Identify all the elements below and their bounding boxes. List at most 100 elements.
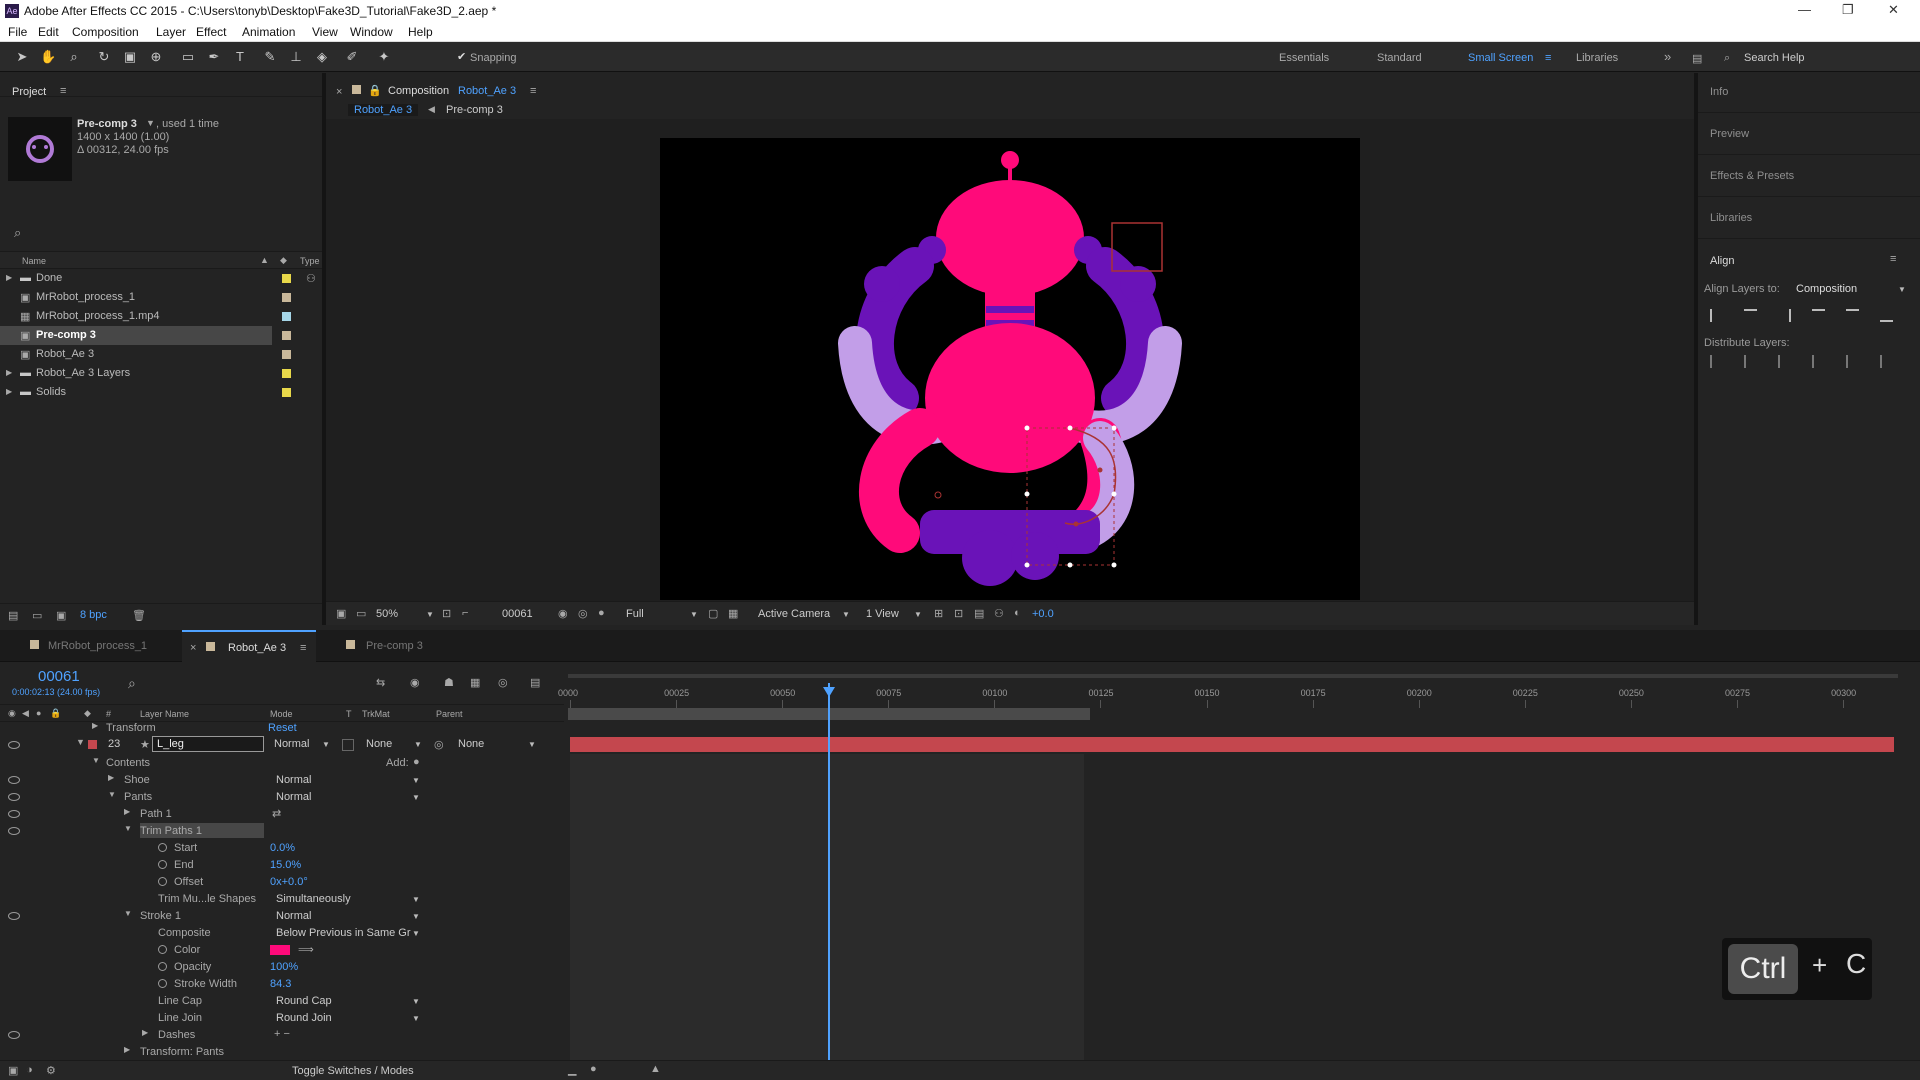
property-visibility-icon[interactable] [8, 810, 20, 818]
views-dropdown-icon[interactable]: ▼ [914, 610, 922, 619]
info-panel-title[interactable]: Info [1710, 86, 1728, 98]
align-panel-title[interactable]: Align [1710, 255, 1734, 267]
transfer-controls-icon[interactable]: ◑ [26, 1064, 33, 1076]
eyedropper-icon[interactable]: ⟹ [298, 943, 314, 956]
property-label[interactable]: Path 1 [140, 808, 172, 820]
toggle-switches-modes[interactable]: Toggle Switches / Modes [292, 1065, 414, 1077]
current-frame-display[interactable]: 00061 [502, 608, 533, 620]
dropdown-icon[interactable]: ▼ [412, 1014, 420, 1023]
new-folder-icon[interactable]: ▭ [32, 609, 42, 622]
selection-tool-icon[interactable]: ➤ [14, 49, 30, 65]
label-col-icon[interactable]: ◆ [280, 255, 287, 266]
zoom-dropdown-icon[interactable]: ▼ [426, 610, 434, 619]
dropdown-icon[interactable]: ▼ [412, 793, 420, 802]
align-to-select[interactable]: Composition [1796, 283, 1857, 295]
property-label[interactable]: Line Join [158, 1012, 202, 1024]
camera-view[interactable]: Active Camera [758, 608, 830, 620]
new-comp-icon[interactable]: ▣ [56, 609, 66, 622]
rotate-tool-icon[interactable]: ↻ [96, 49, 112, 65]
menu-composition[interactable]: Composition [72, 25, 139, 39]
property-visibility-icon[interactable] [8, 1031, 20, 1039]
layer-name-field[interactable]: L_leg [152, 736, 264, 752]
snapping-check-icon[interactable]: ✔ [457, 50, 466, 63]
stopwatch-icon[interactable] [158, 979, 167, 988]
property-value[interactable]: Below Previous in Same Gr [276, 927, 411, 939]
exposure-icon[interactable]: ◐ [1014, 607, 1021, 619]
align-vcenter-icon[interactable] [1846, 309, 1859, 322]
property-label[interactable]: Opacity [174, 961, 211, 973]
brush-tool-icon[interactable]: ✎ [262, 49, 278, 65]
av-switch-icon[interactable]: ◉ [8, 708, 16, 719]
transparency-grid-icon[interactable]: ▦ [728, 607, 738, 620]
menu-edit[interactable]: Edit [38, 25, 59, 39]
twirl-icon[interactable]: ▶ [124, 1045, 130, 1054]
property-value[interactable]: 15.0% [270, 859, 301, 871]
stopwatch-icon[interactable] [158, 945, 167, 954]
distribute-bottom-icon[interactable] [1778, 355, 1791, 368]
resolution-dropdown-icon[interactable]: ▼ [690, 610, 698, 619]
property-label[interactable]: Shoe [124, 774, 150, 786]
frame-blending-icon[interactable]: ▦ [470, 676, 480, 689]
flowchart-icon[interactable]: ⚇ [994, 607, 1004, 620]
path-direction-icon[interactable]: ⇄ [272, 807, 281, 820]
motion-blur-icon[interactable]: ◎ [498, 676, 508, 689]
contents-label[interactable]: Contents [106, 757, 150, 769]
dash-add-remove-icon[interactable]: + − [274, 1028, 290, 1040]
comp-viewer-name[interactable]: Robot_Ae 3 [458, 85, 516, 97]
property-value[interactable]: Normal [276, 791, 311, 803]
interpret-footage-icon[interactable]: ▤ [8, 609, 18, 622]
cti-head-icon[interactable] [822, 687, 835, 697]
project-item[interactable]: ▶ ▬ Robot_Ae 3 Layers [0, 364, 322, 383]
timeline-search-icon[interactable]: ⌕ [128, 675, 136, 692]
info-panel[interactable]: Info [1698, 73, 1920, 113]
col-layer-name[interactable]: Layer Name [140, 709, 189, 719]
project-item[interactable]: ▣ MrRobot_process_1 [0, 288, 322, 307]
eraser-tool-icon[interactable]: ◈ [314, 49, 330, 65]
sync-icon[interactable]: ▤ [1692, 52, 1702, 65]
project-item[interactable]: ▣ Robot_Ae 3 [0, 345, 322, 364]
shy-layers-icon[interactable]: ☗ [444, 676, 454, 689]
folder-twirl-icon[interactable]: ▶ [6, 368, 12, 377]
property-label[interactable]: Stroke 1 [140, 910, 181, 922]
effects-presets-title[interactable]: Effects & Presets [1710, 170, 1794, 182]
project-item[interactable]: ▣ Pre-comp 3 [0, 326, 291, 345]
col-trkmat[interactable]: TrkMat [362, 709, 390, 719]
distribute-top-icon[interactable] [1710, 355, 1723, 368]
folder-twirl-icon[interactable]: ▶ [6, 273, 12, 282]
label-swatch[interactable] [282, 369, 291, 378]
trkmat-dropdown-icon[interactable]: ▼ [414, 740, 422, 749]
text-tool-icon[interactable]: T [232, 49, 248, 65]
tab-menu-icon[interactable]: ≡ [300, 642, 306, 654]
layer-duration-bar[interactable] [570, 737, 1894, 752]
label-swatch[interactable] [282, 331, 291, 340]
workspace-libraries[interactable]: Libraries [1576, 52, 1618, 64]
solo-icon[interactable]: ● [36, 708, 41, 718]
zoom-level[interactable]: 50% [376, 608, 398, 620]
dropdown-icon[interactable]: ▼ [412, 895, 420, 904]
project-panel-title[interactable]: Project [12, 86, 46, 98]
effects-presets-panel[interactable]: Effects & Presets [1698, 155, 1920, 197]
monitor-icon[interactable]: ▭ [356, 607, 366, 620]
project-item[interactable]: ▦ MrRobot_process_1.mp4 [0, 307, 322, 326]
camera-tool-icon[interactable]: ▣ [122, 49, 138, 65]
align-left-icon[interactable] [1710, 309, 1723, 322]
preserve-transparency-checkbox[interactable] [342, 739, 354, 751]
show-snapshot-icon[interactable]: ◎ [578, 607, 588, 620]
align-bottom-icon[interactable] [1880, 309, 1893, 322]
view-layout[interactable]: 1 View [866, 608, 899, 620]
toggle-pixel-icon[interactable]: ⊞ [934, 607, 943, 620]
layer-mode[interactable]: Normal [274, 738, 309, 750]
comp-canvas[interactable] [660, 138, 1360, 600]
audio-icon[interactable]: ◀ [22, 708, 29, 719]
property-label[interactable]: Transform: Pants [140, 1046, 224, 1058]
search-icon[interactable]: ⌕ [1724, 52, 1730, 65]
property-label[interactable]: Offset [174, 876, 203, 888]
property-value[interactable]: Simultaneously [276, 893, 351, 905]
property-label[interactable]: Pants [124, 791, 152, 803]
fit-icon[interactable]: ⊡ [442, 607, 451, 620]
label-swatch[interactable] [282, 350, 291, 359]
restore-icon[interactable]: ❐ [1842, 2, 1854, 18]
transform-reset[interactable]: Reset [268, 722, 297, 734]
dropdown-icon[interactable]: ▼ [412, 912, 420, 921]
property-visibility-icon[interactable] [8, 912, 20, 920]
